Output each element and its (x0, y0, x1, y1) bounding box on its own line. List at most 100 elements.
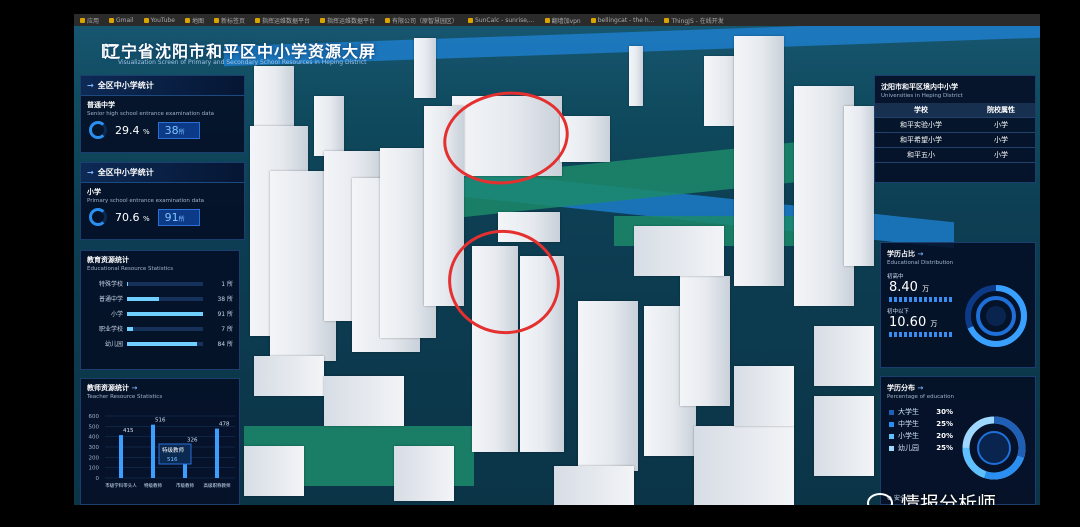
row-value: 1 所 (221, 281, 233, 288)
row-value: 38 所 (217, 296, 233, 303)
building (694, 426, 794, 505)
bookmark-item[interactable]: bellingcat - the h... (590, 17, 654, 24)
table-cell: 小学 (966, 132, 1035, 148)
table-cell: 和平五小 (875, 147, 967, 163)
bookmark-icon (213, 17, 219, 23)
legend-item: 小学生 20% (881, 430, 961, 442)
bookmark-item[interactable]: 应用 (80, 16, 99, 25)
education-ring-chart (962, 416, 1026, 480)
column-header: 学校 (875, 103, 967, 118)
teacher-bar[interactable] (151, 424, 155, 478)
building (254, 356, 324, 396)
arrow-right-icon: → (917, 250, 924, 258)
bookmark-item[interactable]: YouTube (143, 17, 175, 24)
panel-subtitle: Educational Resource Statistics (87, 266, 174, 272)
resource-row: 小学 91 所 (81, 306, 239, 321)
bookmark-item[interactable]: 指挥运维数据平台 (319, 16, 375, 25)
legend-item: 大学生 30% (881, 406, 961, 418)
panel-header: 全区中小学统计 (97, 81, 154, 90)
arrow-right-icon: → (87, 168, 94, 177)
city-3d-scene[interactable]: 辽宁省沈阳市和平区中小学资源大屏 Visualization Screen of… (74, 26, 1040, 505)
legend-item: 幼儿园 25% (881, 442, 961, 454)
row-label: 小学 (110, 311, 123, 318)
distribution-ring-chart (965, 285, 1027, 347)
row-label: 职业学校 (98, 326, 123, 333)
building (314, 96, 344, 156)
bookmark-icon (385, 17, 390, 23)
building (734, 36, 784, 286)
bookmark-item[interactable]: 地图 (184, 16, 204, 25)
bookmark-item[interactable]: 有限公司（原智慧园区） (385, 16, 458, 25)
column-header: 院校属性 (966, 103, 1035, 118)
bar-value-label: 516 (155, 418, 166, 424)
building (814, 396, 874, 476)
building (629, 46, 643, 106)
wechat-icon (866, 492, 893, 505)
bookmark-icon (664, 17, 670, 23)
table-row[interactable]: 和平五小 小学 (875, 147, 1035, 163)
row-value: 91 所 (217, 311, 233, 318)
ring-progress-icon (89, 121, 107, 139)
bookmark-icon (143, 17, 149, 23)
table-row[interactable]: 和平希望小学 小学 (875, 132, 1035, 148)
building (414, 38, 436, 98)
watermark: 情报分析师 (866, 489, 996, 505)
teacher-bar[interactable] (215, 428, 219, 478)
bar-value-label: 478 (219, 422, 230, 428)
building (578, 301, 638, 471)
row-label: 幼儿园 (104, 341, 123, 348)
table-cell: 小学 (966, 117, 1035, 133)
bookmark-item[interactable]: 指挥运维数据平台 (254, 16, 310, 25)
bookmark-item[interactable]: ThingJS - 在线开发 (664, 16, 724, 25)
row-value: 7 所 (221, 326, 233, 333)
edu-resources-panel: 教育资源统计 Educational Resource Statistics 特… (80, 250, 240, 370)
resource-row: 普通中学 38 所 (81, 291, 239, 306)
teacher-resources-panel: 教师资源统计 → Teacher Resource Statistics 600… (80, 378, 240, 505)
row-label: 普通中学 (98, 296, 123, 303)
bookmark-item[interactable]: Gmail (109, 17, 134, 24)
panel-title: 教师资源统计 → (87, 384, 138, 392)
y-tick-label: 300 (89, 445, 100, 451)
arrow-right-icon: → (131, 384, 138, 392)
arrow-right-icon: → (87, 81, 94, 90)
bookmark-icon (468, 17, 474, 23)
bookmark-item[interactable]: 新标签页 (213, 16, 245, 25)
panel-subtitle: Teacher Resource Statistics (87, 394, 163, 400)
building (554, 466, 634, 505)
table-cell: 和平希望小学 (875, 132, 967, 148)
row-bar (127, 281, 203, 286)
table-row[interactable]: 和平实验小学 小学 (875, 117, 1035, 133)
panel-subtitle: Universities in Heping District (881, 93, 963, 99)
bookmark-item[interactable]: 翻墙加vpn (544, 16, 581, 25)
y-tick-label: 600 (89, 414, 100, 420)
panel-sublabel: Senior high school entrance examination … (87, 111, 215, 117)
bookmark-icon (254, 17, 260, 23)
row-bar (127, 341, 203, 346)
table-cell: 和平实验小学 (875, 117, 967, 133)
row-bar (127, 296, 203, 301)
y-tick-label: 500 (89, 424, 100, 430)
bookmark-icon (319, 17, 325, 23)
row-value: 84 所 (217, 341, 233, 348)
building (734, 366, 794, 426)
bookmark-icon (184, 17, 190, 23)
row-bar (127, 326, 203, 331)
resource-row: 特殊学校 1 所 (81, 276, 239, 291)
y-tick-label: 200 (89, 455, 100, 461)
teacher-bar[interactable] (119, 435, 123, 478)
bookmark-item[interactable]: SunCalc - sunrise,... (468, 17, 535, 24)
building (244, 446, 304, 496)
page-subtitle: Visualization Screen of Primary and Seco… (118, 59, 367, 66)
panel-sublabel: Primary school entrance examination data (87, 198, 205, 204)
panel-subtitle: Percentage of education (887, 394, 955, 400)
progress-dashes (889, 332, 953, 337)
bookmark-icon (109, 17, 115, 23)
resource-row: 幼儿园 84 所 (81, 336, 239, 351)
legend-item: 中学生 25% (881, 418, 961, 430)
legend-swatch (889, 445, 894, 451)
table-cell: 小学 (966, 147, 1035, 163)
building (680, 276, 730, 406)
bookmark-icon (544, 17, 550, 23)
panel-title: 学历占比 → (887, 250, 924, 258)
edu-percentage-panel: 学历分布 → Percentage of education 大学生 30% 中学生… (880, 376, 1036, 505)
